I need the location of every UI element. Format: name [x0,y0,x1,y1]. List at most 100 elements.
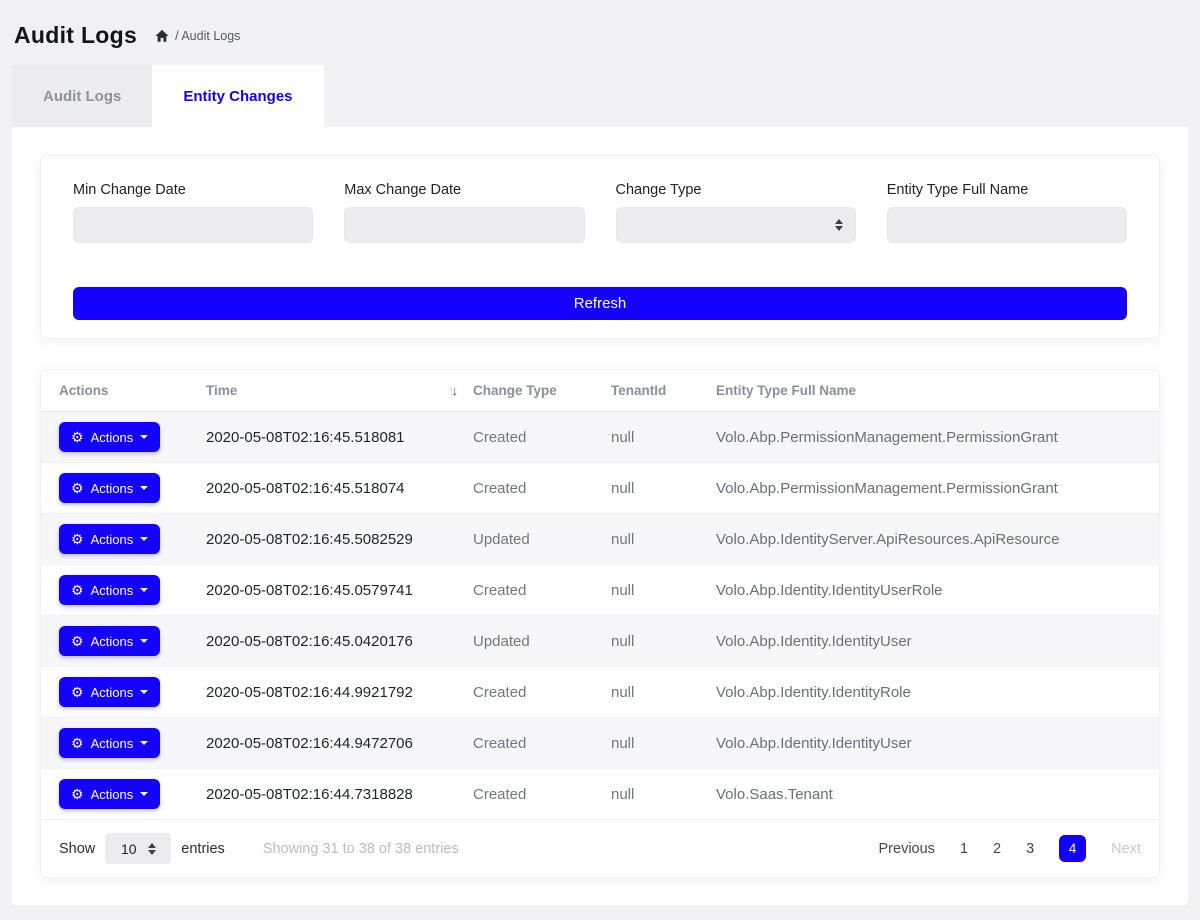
cell-entity-type: Volo.Abp.Identity.IdentityUser [716,718,1159,769]
actions-button-label: Actions [91,685,134,700]
gear-icon: ⚙ [71,532,84,546]
row-actions-button[interactable]: ⚙Actions [59,677,160,707]
cell-entity-type: Volo.Abp.Identity.IdentityUser [716,616,1159,667]
home-icon[interactable] [155,29,169,43]
tab-audit-logs[interactable]: Audit Logs [12,65,152,127]
pagination-previous[interactable]: Previous [879,841,935,857]
caret-down-icon [140,537,148,541]
cell-tenant-id: null [611,769,716,820]
show-label: Show [59,841,95,857]
gear-icon: ⚙ [71,481,84,495]
max-change-date-input[interactable] [344,207,584,243]
filter-entity-type-full-name: Entity Type Full Name [887,182,1127,243]
filter-max-change-date: Max Change Date [344,182,584,243]
pagination-next[interactable]: Next [1111,841,1141,857]
caret-down-icon [140,690,148,694]
cell-tenant-id: null [611,565,716,616]
table-row: ⚙Actions 2020-05-08T02:16:45.0420176 Upd… [41,616,1159,667]
cell-entity-type: Volo.Saas.Tenant [716,769,1159,820]
gear-icon: ⚙ [71,634,84,648]
filter-change-type: Change Type [616,182,856,243]
entity-type-full-name-input[interactable] [887,207,1127,243]
page-size-select[interactable]: 10 [105,833,171,864]
updown-arrows-icon [835,219,843,231]
breadcrumb-path: / Audit Logs [175,29,240,43]
actions-button-label: Actions [91,481,134,496]
cell-tenant-id: null [611,616,716,667]
actions-button-label: Actions [91,736,134,751]
change-type-label: Change Type [616,182,856,198]
gear-icon: ⚙ [71,583,84,597]
cell-tenant-id: null [611,718,716,769]
cell-time: 2020-05-08T02:16:45.0420176 [206,616,473,667]
caret-down-icon [140,741,148,745]
table-row: ⚙ Actions 2020-05-08T02:16:45.0579741 Cre… [41,565,1159,616]
updown-arrows-icon [148,843,156,855]
row-actions-button[interactable]: ⚙Actions [59,779,160,809]
row-actions-button[interactable]: ⚙ Actions [59,422,160,452]
min-change-date-label: Min Change Date [73,182,313,198]
pagination-page-2[interactable]: 2 [993,841,1001,857]
page-title: Audit Logs [14,22,137,49]
table-row: ⚙Actions 2020-05-08T02:16:45.518074 Crea… [41,463,1159,514]
gear-icon: ⚙ [71,736,84,750]
caret-down-icon [140,639,148,643]
actions-button-label: Actions [91,583,134,598]
cell-change-type: Updated [473,514,611,565]
col-header-actions: Actions [41,370,206,412]
caret-down-icon [140,486,148,490]
caret-down-icon [140,792,148,796]
table-row: ⚙Actions 2020-05-08T02:16:44.9921792 Cre… [41,667,1159,718]
tab-bar: Audit Logs Entity Changes [12,65,1200,127]
entity-type-full-name-label: Entity Type Full Name [887,182,1127,198]
refresh-button[interactable]: Refresh [73,287,1127,320]
row-actions-button[interactable]: ⚙ Actions [59,524,160,554]
page-size-value: 10 [121,841,137,857]
row-actions-button[interactable]: ⚙Actions [59,626,160,656]
col-header-entity-type: Entity Type Full Name [716,370,1159,412]
cell-tenant-id: null [611,667,716,718]
table-row: ⚙Actions 2020-05-08T02:16:45.5082529 Upd… [41,514,1159,565]
filter-min-change-date: Min Change Date [73,182,313,243]
cell-time: 2020-05-08T02:16:45.518081 [206,412,473,463]
sort-updown-icon[interactable]: ↑↓ [448,383,455,398]
row-actions-button[interactable]: ⚙ Actions [59,575,160,605]
actions-button-label: Actions [91,430,134,445]
cell-change-type: Updated [473,616,611,667]
cell-time: 2020-05-08T02:16:44.9472706 [206,718,473,769]
row-actions-button[interactable]: ⚙ Actions [59,728,160,758]
gear-icon: ⚙ [71,430,84,444]
table-row: ⚙ Actions 2020-05-08T02:16:44.9472706 Cre… [41,718,1159,769]
entity-changes-table-card: Actions Time ↑↓ Change Type TenantId Ent… [40,369,1160,878]
cell-time: 2020-05-08T02:16:45.0579741 [206,565,473,616]
gear-icon: ⚙ [71,787,84,801]
cell-change-type: Created [473,565,611,616]
cell-tenant-id: null [611,463,716,514]
table-footer: Show 10 entries Showing 31 to 38 of 38 e… [41,820,1159,877]
cell-change-type: Created [473,718,611,769]
row-actions-button[interactable]: ⚙ Actions [59,473,160,503]
filter-card: Min Change Date Max Change Date Change T… [40,155,1160,339]
table-header-row: Actions Time ↑↓ Change Type TenantId Ent… [41,370,1159,412]
cell-tenant-id: null [611,514,716,565]
table-row: ⚙Actions 2020-05-08T02:16:45.518081 Crea… [41,412,1159,463]
min-change-date-input[interactable] [73,207,313,243]
table-row: ⚙Actions 2020-05-08T02:16:44.7318828 Cre… [41,769,1159,820]
max-change-date-label: Max Change Date [344,182,584,198]
actions-button-label: Actions [91,532,134,547]
cell-change-type: Created [473,463,611,514]
cell-entity-type: Volo.Abp.IdentityServer.ApiResources.Api… [716,514,1159,565]
cell-entity-type: Volo.Abp.PermissionManagement.Permission… [716,463,1159,514]
cell-entity-type: Volo.Abp.Identity.IdentityUserRole [716,565,1159,616]
tab-entity-changes[interactable]: Entity Changes [152,65,323,127]
pagination-page-3[interactable]: 3 [1026,841,1034,857]
pagination-page-4-active[interactable]: 4 [1059,835,1086,862]
pagination-page-1[interactable]: 1 [960,841,968,857]
col-header-time[interactable]: Time ↑↓ [206,370,473,412]
filter-row: Min Change Date Max Change Date Change T… [73,182,1127,243]
content-panel: Min Change Date Max Change Date Change T… [12,127,1188,905]
entity-changes-table: Actions Time ↑↓ Change Type TenantId Ent… [41,370,1159,820]
pagination: Previous 1 2 3 4 Next [879,835,1141,862]
change-type-select[interactable] [616,207,856,243]
showing-entries-info: Showing 31 to 38 of 38 entries [263,841,459,857]
